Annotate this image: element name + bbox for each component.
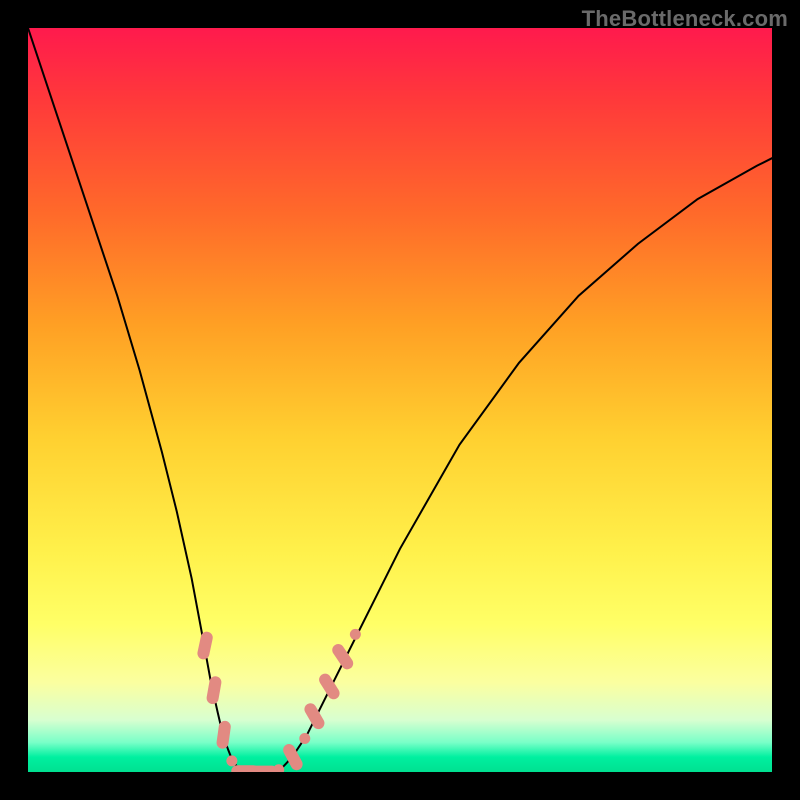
outer-frame: TheBottleneck.com <box>0 0 800 800</box>
curve-marker <box>206 675 223 705</box>
curve-marker <box>299 733 310 744</box>
plot-area <box>28 28 772 772</box>
curve-layer <box>28 28 772 772</box>
curve-marker <box>226 755 237 766</box>
curve-marker <box>302 701 326 731</box>
curve-marker <box>216 720 232 749</box>
marker-group <box>196 629 361 772</box>
curve-marker <box>281 742 305 772</box>
curve-marker <box>350 629 361 640</box>
bottleneck-curve <box>28 28 772 772</box>
watermark-text: TheBottleneck.com <box>582 6 788 32</box>
curve-marker <box>196 631 214 661</box>
curve-marker <box>317 671 342 701</box>
curve-marker <box>273 764 284 772</box>
curve-group <box>28 28 772 772</box>
